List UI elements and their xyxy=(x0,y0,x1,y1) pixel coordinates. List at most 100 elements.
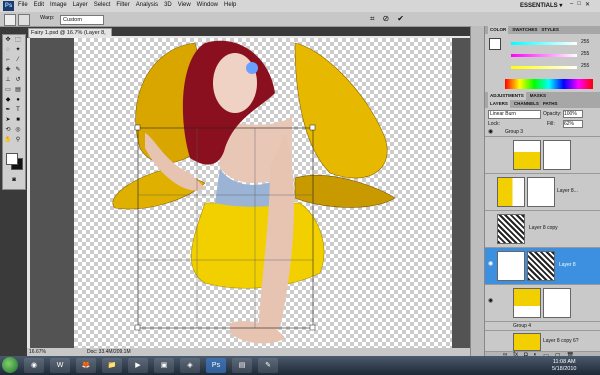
zoom-tool-icon[interactable]: ⚲ xyxy=(14,136,22,144)
layer-name: Layer 8 copy 6? xyxy=(543,338,579,344)
commit-transform-icon[interactable]: ✔ xyxy=(397,14,404,24)
eraser-tool-icon[interactable]: ▭ xyxy=(4,86,12,94)
menu-select[interactable]: Select xyxy=(94,2,111,8)
menu-3d[interactable]: 3D xyxy=(164,2,172,8)
layer-row[interactable]: Layer 8 copy 6? xyxy=(485,331,600,352)
layer-mask-thumbnail[interactable] xyxy=(543,140,571,170)
transform-handle[interactable] xyxy=(309,124,316,131)
tab-paths[interactable]: PATHS xyxy=(543,100,558,108)
foreground-color-swatch[interactable] xyxy=(6,153,18,165)
restore-icon[interactable]: □ xyxy=(577,1,581,8)
dodge-tool-icon[interactable]: ● xyxy=(14,96,22,104)
warp-toggle-icon[interactable]: ⌗ xyxy=(370,14,375,24)
menu-view[interactable]: View xyxy=(178,2,191,8)
tab-color[interactable]: COLOR xyxy=(488,26,509,34)
menu-layer[interactable]: Layer xyxy=(73,2,88,8)
taskbar-app-icon[interactable]: W xyxy=(50,358,70,373)
marquee-tool-icon[interactable]: ⬚ xyxy=(14,36,22,44)
history-brush-icon[interactable]: ↺ xyxy=(14,76,22,84)
layer-mask-thumbnail[interactable] xyxy=(543,288,571,318)
shape-tool-icon[interactable]: ■ xyxy=(14,116,22,124)
eyedropper-tool-icon[interactable]: ⁄ xyxy=(14,56,22,64)
path-select-tool-icon[interactable]: ➤ xyxy=(4,116,12,124)
menu-help[interactable]: Help xyxy=(224,2,236,8)
taskbar-app-icon[interactable]: ▣ xyxy=(154,358,174,373)
menu-image[interactable]: Image xyxy=(50,2,67,8)
menu-edit[interactable]: Edit xyxy=(34,2,44,8)
layer-row[interactable]: Layer 8 copy xyxy=(485,211,600,248)
tab-channels[interactable]: CHANNELS xyxy=(514,100,539,108)
transform-handle[interactable] xyxy=(134,324,141,331)
layer-row[interactable] xyxy=(485,137,600,174)
layer-row[interactable]: ◉ xyxy=(485,285,600,322)
move-tool-icon[interactable]: ✥ xyxy=(4,36,12,44)
pen-tool-icon[interactable]: ✒ xyxy=(4,106,12,114)
menu-file[interactable]: File xyxy=(18,2,28,8)
opacity-input[interactable]: 100% xyxy=(563,110,583,118)
color-spectrum[interactable] xyxy=(505,79,593,89)
media-player-icon[interactable]: ▶ xyxy=(128,358,148,373)
green-slider[interactable] xyxy=(511,54,577,57)
layer-row[interactable]: Layer 8... xyxy=(485,174,600,211)
reference-point-icon[interactable] xyxy=(18,14,30,26)
blur-tool-icon[interactable]: ◆ xyxy=(4,96,12,104)
type-tool-icon[interactable]: T xyxy=(14,106,22,114)
3d-tool-icon[interactable]: ⟲ xyxy=(4,126,12,134)
folder-icon[interactable]: 📁 xyxy=(102,358,122,373)
quick-mask-icon[interactable]: ◙ xyxy=(10,176,18,184)
layer-thumbnail xyxy=(513,140,541,170)
close-icon[interactable]: ✕ xyxy=(585,1,590,8)
stamp-tool-icon[interactable]: ⊥ xyxy=(4,76,12,84)
layer-row-group-4[interactable]: Group 4 xyxy=(485,322,600,331)
transform-tool-icon[interactable] xyxy=(4,14,16,26)
tab-layers[interactable]: LAYERS xyxy=(488,100,510,108)
green-value[interactable]: 255 xyxy=(581,51,589,57)
photoshop-taskbar-icon[interactable]: Ps xyxy=(206,358,226,373)
visibility-eye-icon[interactable]: ◉ xyxy=(488,298,494,304)
red-slider[interactable] xyxy=(511,42,577,45)
blue-value[interactable]: 255 xyxy=(581,63,589,69)
taskbar-app-icon[interactable]: ▤ xyxy=(232,358,252,373)
zoom-readout[interactable]: 16.67% xyxy=(29,348,46,356)
canvas-area[interactable] xyxy=(30,38,470,348)
healing-tool-icon[interactable]: ✚ xyxy=(4,66,12,74)
cancel-transform-icon[interactable]: ⊘ xyxy=(383,14,390,24)
menu-analysis[interactable]: Analysis xyxy=(136,2,158,8)
layers-panel-tabs: LAYERS CHANNELS PATHS xyxy=(485,100,600,108)
color-fg-swatch[interactable] xyxy=(489,38,501,50)
fill-input[interactable]: 62% xyxy=(563,120,583,128)
visibility-eye-icon[interactable]: ◉ xyxy=(488,129,494,135)
layer-mask-thumbnail[interactable] xyxy=(527,177,555,207)
tab-masks[interactable]: MASKS xyxy=(530,92,546,100)
transform-handle[interactable] xyxy=(134,124,141,131)
tab-swatches[interactable]: SWATCHES xyxy=(512,26,537,34)
tab-styles[interactable]: STYLES xyxy=(541,26,559,34)
system-clock[interactable]: 11:08 AM 5/18/2010 xyxy=(552,359,576,373)
tab-adjustments[interactable]: ADJUSTMENTS xyxy=(488,92,526,100)
layer-row-group-3[interactable]: ◉ Group 3 xyxy=(485,128,600,137)
transform-handle[interactable] xyxy=(309,324,316,331)
menu-filter[interactable]: Filter xyxy=(116,2,129,8)
taskbar-app-icon[interactable]: ◉ xyxy=(24,358,44,373)
lasso-tool-icon[interactable]: ◌ xyxy=(4,46,12,54)
start-button[interactable] xyxy=(2,357,18,373)
warp-style-select[interactable]: Custom xyxy=(60,15,104,25)
gradient-tool-icon[interactable]: ▤ xyxy=(14,86,22,94)
3d-camera-icon[interactable]: ◎ xyxy=(14,126,22,134)
crop-tool-icon[interactable]: ⌐ xyxy=(4,56,12,64)
firefox-icon[interactable]: 🦊 xyxy=(76,358,96,373)
workspace-switcher[interactable]: ESSENTIALS ▾ xyxy=(520,2,562,9)
layer-row-selected[interactable]: ◉ Layer 8 xyxy=(485,248,600,285)
blue-slider[interactable] xyxy=(511,66,577,69)
taskbar-app-icon[interactable]: ✎ xyxy=(258,358,278,373)
minimize-icon[interactable]: – xyxy=(570,1,573,8)
layer-mask-thumbnail[interactable] xyxy=(527,251,555,281)
red-value[interactable]: 255 xyxy=(581,39,589,45)
menu-window[interactable]: Window xyxy=(197,2,218,8)
taskbar-app-icon[interactable]: ◈ xyxy=(180,358,200,373)
hand-tool-icon[interactable]: ✋ xyxy=(4,136,12,144)
blend-mode-select[interactable]: Linear Burn xyxy=(488,110,541,119)
quick-select-tool-icon[interactable]: ✦ xyxy=(14,46,22,54)
brush-tool-icon[interactable]: ✎ xyxy=(14,66,22,74)
visibility-eye-icon[interactable]: ◉ xyxy=(488,261,494,267)
